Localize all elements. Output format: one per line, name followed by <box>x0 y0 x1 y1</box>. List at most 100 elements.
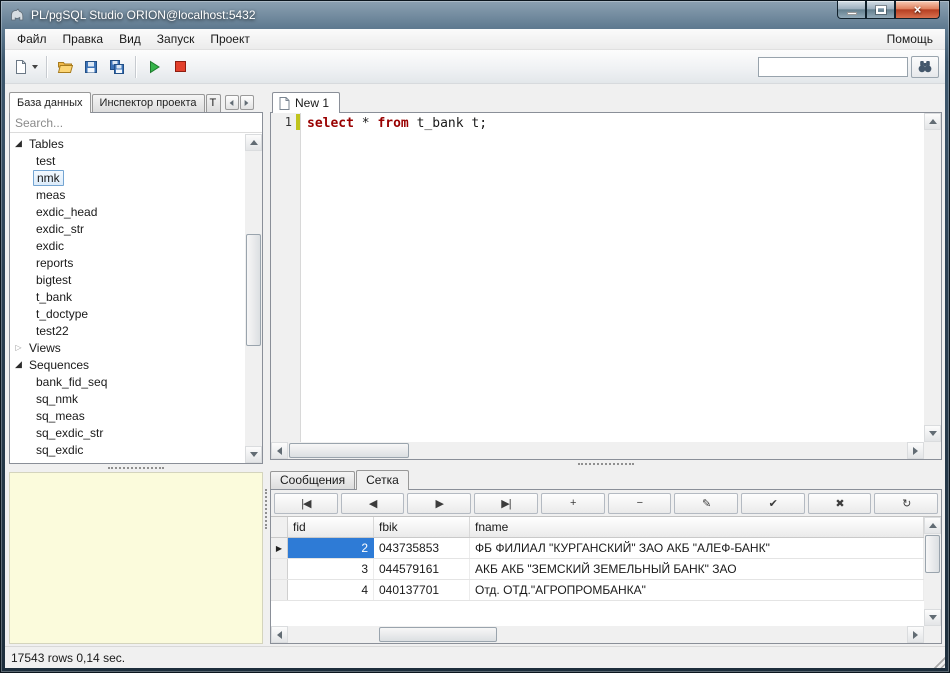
last-record-button[interactable]: ▶| <box>474 493 538 514</box>
cell-fid[interactable]: 3 <box>288 559 374 579</box>
tree-item-t-doctype[interactable]: t_doctype <box>11 305 245 322</box>
open-file-button[interactable] <box>53 55 77 79</box>
results-splitter[interactable] <box>270 460 942 468</box>
resize-grip[interactable] <box>931 654 945 668</box>
tree-item-exdic-str[interactable]: exdic_str <box>11 220 245 237</box>
editor-vertical-scrollbar[interactable] <box>924 113 941 442</box>
editor-horizontal-scrollbar[interactable] <box>271 442 924 459</box>
tree-search-input[interactable] <box>10 113 262 132</box>
tab-clipped[interactable]: Т <box>206 94 221 112</box>
save-all-button[interactable] <box>105 55 129 79</box>
tab-database[interactable]: База данных <box>9 92 91 113</box>
scroll-up-button[interactable] <box>924 113 941 130</box>
cell-fbik[interactable]: 040137701 <box>374 580 470 600</box>
cell-fid[interactable]: 4 <box>288 580 374 600</box>
scroll-up-button[interactable] <box>924 517 941 534</box>
table-row[interactable]: 4 040137701 Отд. ОТД."АГРОПРОМБАНКА" <box>271 580 924 601</box>
scroll-up-button[interactable] <box>245 134 262 151</box>
insert-record-button[interactable]: + <box>541 493 605 514</box>
menu-help[interactable]: Помощь <box>879 30 941 48</box>
new-file-button[interactable] <box>11 55 40 79</box>
tree-item-sq-exdic[interactable]: sq_exdic <box>11 441 245 458</box>
tree-item-exdic[interactable]: exdic <box>11 237 245 254</box>
expanded-icon[interactable]: ◢ <box>11 138 26 149</box>
scroll-left-button[interactable] <box>271 626 288 643</box>
tree-scrollbar[interactable] <box>245 134 262 463</box>
tree-item-meas[interactable]: meas <box>11 186 245 203</box>
prior-record-button[interactable]: ◀ <box>341 493 405 514</box>
scrollbar-thumb[interactable] <box>925 535 940 573</box>
grid-horizontal-scrollbar[interactable] <box>271 626 924 643</box>
tab-project-inspector[interactable]: Инспектор проекта <box>92 94 205 112</box>
scroll-down-button[interactable] <box>245 446 262 463</box>
scroll-left-button[interactable] <box>271 442 288 459</box>
edit-record-button[interactable]: ✎ <box>674 493 738 514</box>
tab-scroll-right-button[interactable] <box>240 95 254 110</box>
tree-item-exdic-head[interactable]: exdic_head <box>11 203 245 220</box>
grid-vertical-scrollbar[interactable] <box>924 517 941 626</box>
collapsed-icon[interactable]: ▷ <box>11 343 26 352</box>
save-button[interactable] <box>79 55 103 79</box>
scroll-right-button[interactable] <box>907 626 924 643</box>
cell-fname[interactable]: ФБ ФИЛИАЛ "КУРГАНСКИЙ" ЗАО АКБ "АЛЕФ-БАН… <box>470 538 924 558</box>
tree-item-test[interactable]: test <box>11 152 245 169</box>
scroll-down-button[interactable] <box>924 609 941 626</box>
tree-item-sq-nmk[interactable]: sq_nmk <box>11 390 245 407</box>
tree-group-sequences[interactable]: ◢Sequences <box>11 356 245 373</box>
vertical-splitter[interactable] <box>263 90 270 644</box>
tree-item-nmk[interactable]: nmk <box>11 169 245 186</box>
new-file-icon <box>13 59 29 75</box>
menu-project[interactable]: Проект <box>202 30 258 48</box>
editor-tab-new1[interactable]: New 1 <box>272 92 340 113</box>
column-header-fname[interactable]: fname <box>470 517 924 537</box>
next-record-button[interactable]: ▶ <box>407 493 471 514</box>
table-row[interactable]: ▶ 2 043735853 ФБ ФИЛИАЛ "КУРГАНСКИЙ" ЗАО… <box>271 538 924 559</box>
tree-item-reports[interactable]: reports <box>11 254 245 271</box>
cell-fbik[interactable]: 044579161 <box>374 559 470 579</box>
scrollbar-thumb[interactable] <box>289 443 409 458</box>
table-row[interactable]: 3 044579161 АКБ АКБ "ЗЕМСКИЙ ЗЕМЕЛЬНЫЙ Б… <box>271 559 924 580</box>
run-button[interactable] <box>142 55 166 79</box>
menu-run[interactable]: Запуск <box>149 30 203 48</box>
refresh-button[interactable]: ↻ <box>874 493 938 514</box>
scroll-down-button[interactable] <box>924 425 941 442</box>
tree-item-sq-exdic-str[interactable]: sq_exdic_str <box>11 424 245 441</box>
new-file-dropdown-icon[interactable] <box>32 65 38 72</box>
tab-grid[interactable]: Сетка <box>356 470 409 490</box>
tree-item-sq-meas[interactable]: sq_meas <box>11 407 245 424</box>
scrollbar-thumb[interactable] <box>379 627 497 642</box>
cancel-edit-button[interactable]: ✖ <box>808 493 872 514</box>
minimize-button[interactable] <box>837 1 866 19</box>
tree-group-views[interactable]: ▷Views <box>11 339 245 356</box>
delete-record-button[interactable]: − <box>608 493 672 514</box>
scrollbar-thumb[interactable] <box>246 234 261 346</box>
maximize-button[interactable] <box>866 1 895 19</box>
tree-item-test22[interactable]: test22 <box>11 322 245 339</box>
tree-item-bigtest[interactable]: bigtest <box>11 271 245 288</box>
cell-fid[interactable]: 2 <box>288 538 374 558</box>
tree-item-t-bank[interactable]: t_bank <box>11 288 245 305</box>
tab-messages[interactable]: Сообщения <box>270 471 355 489</box>
left-horizontal-splitter[interactable] <box>9 464 263 472</box>
toolbar-search-input[interactable] <box>758 57 908 77</box>
close-button[interactable]: × <box>895 1 940 19</box>
find-button[interactable] <box>911 56 939 78</box>
cell-fname[interactable]: АКБ АКБ "ЗЕМСКИЙ ЗЕМЕЛЬНЫЙ БАНК" ЗАО <box>470 559 924 579</box>
tab-scroll-left-button[interactable] <box>225 95 239 110</box>
menu-edit[interactable]: Правка <box>55 30 112 48</box>
code-area[interactable]: select * from t_bank t; <box>302 113 924 442</box>
app-icon[interactable] <box>9 7 25 23</box>
post-edit-button[interactable]: ✔ <box>741 493 805 514</box>
stop-button[interactable] <box>168 55 192 79</box>
scroll-right-button[interactable] <box>907 442 924 459</box>
menu-view[interactable]: Вид <box>111 30 149 48</box>
menu-file[interactable]: Файл <box>9 30 55 48</box>
cell-fname[interactable]: Отд. ОТД."АГРОПРОМБАНКА" <box>470 580 924 600</box>
column-header-fbik[interactable]: fbik <box>374 517 470 537</box>
tree-group-tables[interactable]: ◢Tables <box>11 135 245 152</box>
expanded-icon[interactable]: ◢ <box>11 359 26 370</box>
first-record-button[interactable]: |◀ <box>274 493 338 514</box>
cell-fbik[interactable]: 043735853 <box>374 538 470 558</box>
tree-item-bank-fid-seq[interactable]: bank_fid_seq <box>11 373 245 390</box>
column-header-fid[interactable]: fid <box>288 517 374 537</box>
